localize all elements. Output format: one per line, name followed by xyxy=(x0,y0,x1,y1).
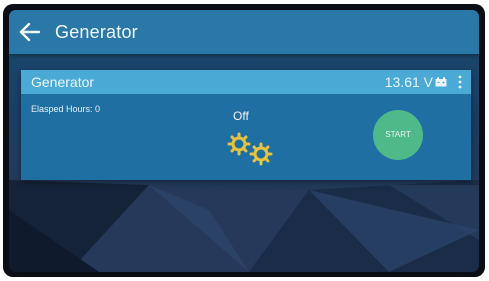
generator-card: Generator 13.61 V Elasped Hours: 0 Off S… xyxy=(21,70,471,180)
battery-voltage: 13.61 V xyxy=(384,74,433,90)
generator-status: Off xyxy=(233,109,249,123)
app-bar: Generator xyxy=(9,10,479,54)
gears-icon xyxy=(227,132,273,166)
card-title: Generator xyxy=(31,74,95,90)
page-title: Generator xyxy=(55,22,138,42)
arrow-left-icon[interactable] xyxy=(19,22,41,42)
screen: Generator Generator 13.61 V Elasped Hour… xyxy=(9,10,479,272)
elapsed-hours: Elasped Hours: 0 xyxy=(31,104,101,114)
card-header: Generator 13.61 V xyxy=(21,70,471,94)
more-vertical-icon[interactable] xyxy=(457,74,463,90)
device-frame: Generator Generator 13.61 V Elasped Hour… xyxy=(3,4,485,277)
start-button[interactable]: START xyxy=(373,110,423,160)
battery-icon xyxy=(435,77,447,87)
